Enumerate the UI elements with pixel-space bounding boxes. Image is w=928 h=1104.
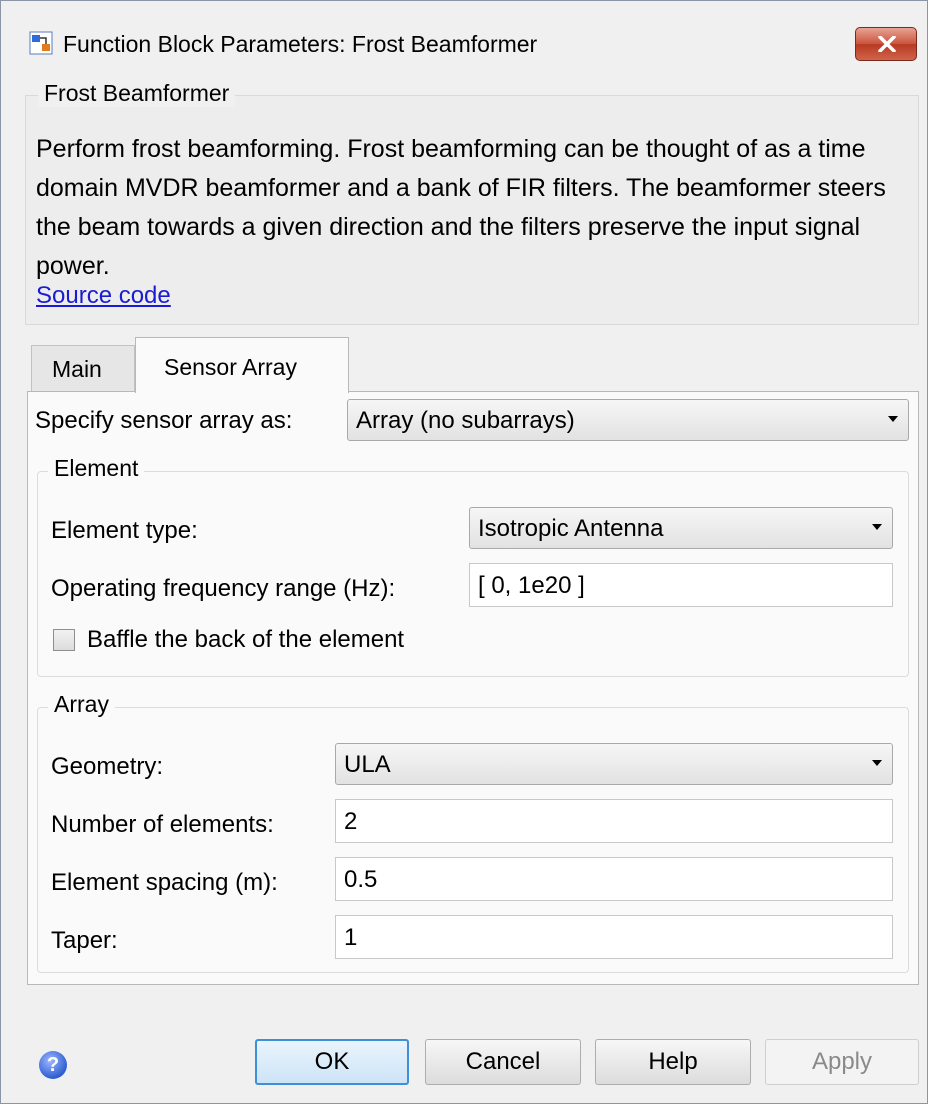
operating-frequency-label: Operating frequency range (Hz): [51,575,396,602]
specify-sensor-array-label: Specify sensor array as: [35,407,293,434]
chevron-down-icon [872,760,882,766]
geometry-value: ULA [344,751,391,778]
element-type-select[interactable]: Isotropic Antenna [469,507,893,549]
number-of-elements-field[interactable]: 2 [335,799,893,843]
description-group: Frost Beamformer Perform frost beamformi… [25,80,919,325]
specify-sensor-array-value: Array (no subarrays) [356,407,575,434]
element-group-title: Element [48,455,145,482]
baffle-checkbox[interactable] [53,629,75,651]
tab-main[interactable]: Main [31,345,135,391]
baffle-label: Baffle the back of the element [87,626,405,653]
help-button[interactable]: Help [595,1039,751,1085]
source-code-link[interactable]: Source code [36,282,171,310]
specify-sensor-array-select[interactable]: Array (no subarrays) [347,399,909,441]
tab-sensor-array[interactable]: Sensor Array [135,337,349,393]
question-mark-icon[interactable]: ? [39,1051,67,1079]
close-icon [878,36,896,52]
geometry-select[interactable]: ULA [335,743,893,785]
window-title: Function Block Parameters: Frost Beamfor… [63,31,538,57]
taper-label: Taper: [51,927,118,954]
block-description: Perform frost beamforming. Frost beamfor… [36,135,886,280]
element-spacing-label: Element spacing (m): [51,869,278,896]
title-bar: Function Block Parameters: Frost Beamfor… [1,1,927,85]
simulink-block-icon [29,31,53,55]
operating-frequency-field[interactable]: [ 0, 1e20 ] [469,563,893,607]
close-button[interactable] [855,27,917,61]
array-group-title: Array [48,691,115,718]
taper-field[interactable]: 1 [335,915,893,959]
chevron-down-icon [872,524,882,530]
dialog-window: Function Block Parameters: Frost Beamfor… [0,0,928,1104]
taper-value: 1 [344,924,358,951]
element-type-value: Isotropic Antenna [478,515,664,542]
chevron-down-icon [888,416,898,422]
element-spacing-field[interactable]: 0.5 [335,857,893,901]
number-of-elements-label: Number of elements: [51,811,274,838]
geometry-label: Geometry: [51,753,164,780]
apply-button[interactable]: Apply [765,1039,919,1085]
operating-frequency-value: [ 0, 1e20 ] [478,572,585,599]
element-spacing-value: 0.5 [344,866,378,893]
cancel-button[interactable]: Cancel [425,1039,581,1085]
ok-button[interactable]: OK [255,1039,409,1085]
element-type-label: Element type: [51,517,198,544]
number-of-elements-value: 2 [344,808,358,835]
description-group-title: Frost Beamformer [38,80,236,107]
